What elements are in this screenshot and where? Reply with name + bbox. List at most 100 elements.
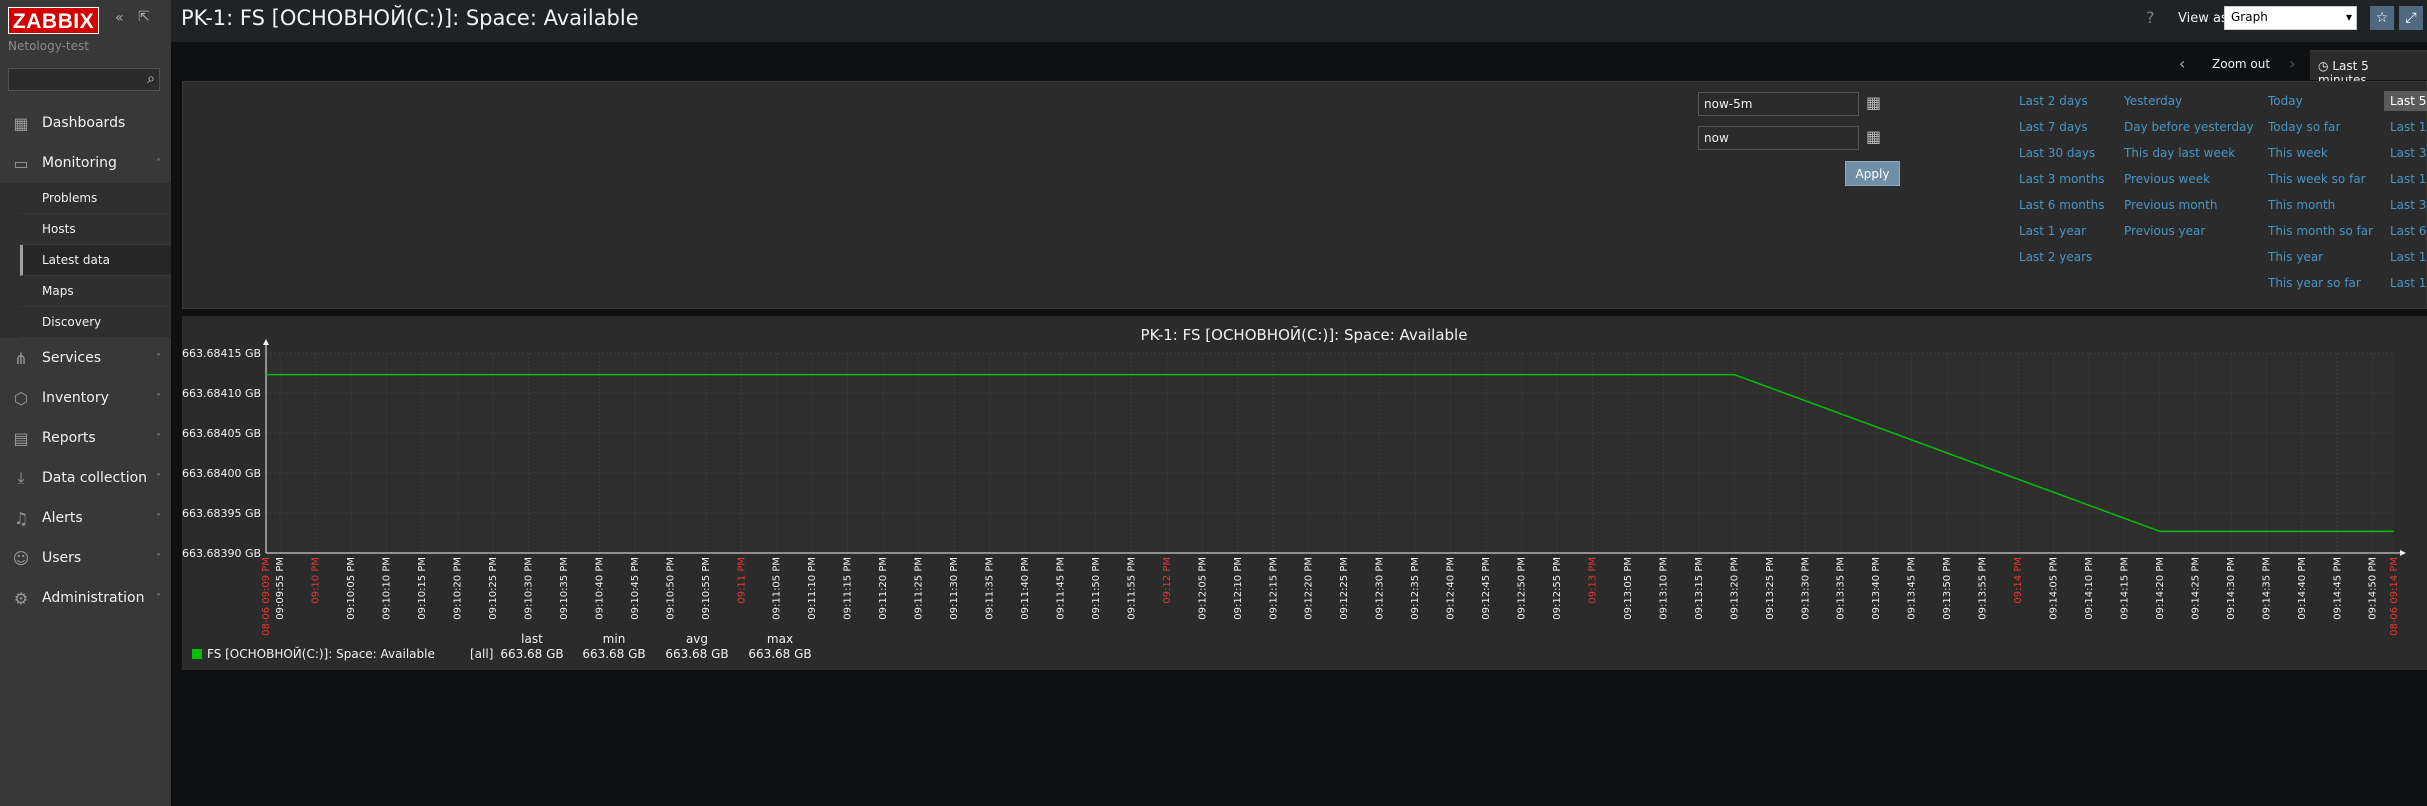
quick-range-link[interactable]: Last 2 years [2019,250,2092,264]
quick-range-link[interactable]: This year so far [2268,276,2361,290]
inventory-icon: ⬡ [14,388,28,408]
submenu-discovery[interactable]: Discovery [20,307,171,338]
x-tick-label: 09:14 PM [2013,557,2024,604]
quick-range-link[interactable]: Today [2268,94,2303,108]
quick-range-link[interactable]: Previous week [2124,172,2210,186]
quick-range-link[interactable]: Last 6 months [2019,198,2104,212]
x-tick-label: 09:10:10 PM [382,557,393,620]
time-filter-tab[interactable]: ◷ Last 5 minutes [2310,50,2427,87]
menu-reports[interactable]: ▤ Reports ˅ [0,418,171,458]
x-tick-label: 09:13:40 PM [1871,557,1882,620]
quick-range-link[interactable]: Last 1 year [2019,224,2086,238]
x-tick-label: 09:14:30 PM [2226,557,2237,620]
quick-range-link[interactable]: Last 3 hours [2390,198,2427,212]
quick-range-link[interactable]: This month [2268,198,2335,212]
menu-dashboards[interactable]: ▦ Dashboards [0,103,171,143]
x-tick-label: 09:11:45 PM [1055,557,1066,620]
menu-alerts[interactable]: ♫ Alerts ˅ [0,498,171,538]
x-tick-label: 09:12 PM [1162,557,1173,604]
submenu-latest-data[interactable]: Latest data [20,245,171,276]
x-tick-label: 09:13:25 PM [1765,557,1776,620]
main-content: PK-1: FS [ОСНОВНОЙ(C:)]: Space: Availabl… [171,0,2427,806]
quick-range-link[interactable]: Last 1 hour [2390,172,2427,186]
to-input[interactable]: now [1698,126,1859,150]
x-tick-label: 09:11:50 PM [1091,557,1102,620]
menu-users[interactable]: ☺ Users ˅ [0,538,171,578]
menu-services[interactable]: ⋔ Services ˅ [0,338,171,378]
submenu-maps[interactable]: Maps [20,276,171,307]
menu-administration[interactable]: ⚙ Administration ˅ [0,578,171,618]
reports-icon: ▤ [13,428,29,448]
quick-range-link[interactable]: Yesterday [2124,94,2182,108]
quick-range-link[interactable]: Previous year [2124,224,2205,238]
menu-data-collection[interactable]: ⤓ Data collection ˅ [0,458,171,498]
collapse-sidebar-icon[interactable]: « [115,10,124,26]
menu-label: Users [42,550,82,566]
x-tick-label: 09:12:20 PM [1304,557,1315,620]
users-icon: ☺ [12,548,30,568]
quick-range-link[interactable]: This week so far [2268,172,2366,186]
fullscreen-icon[interactable]: ⤢ [2399,6,2423,30]
menu-inventory[interactable]: ⬡ Inventory ˅ [0,378,171,418]
quick-range-link[interactable]: Last 30 days [2019,146,2095,160]
favorite-star-icon[interactable]: ☆ [2370,6,2394,30]
menu-label: Services [42,350,102,366]
quick-range-link[interactable]: Previous month [2124,198,2217,212]
quick-range-link[interactable]: Last 2 days [2019,94,2088,108]
legend-header: avg [686,632,708,646]
quick-range-link[interactable]: Last 15 minutes [2390,120,2427,134]
quick-range-link[interactable]: Last 30 minutes [2390,146,2427,160]
x-tick-label: 09:12:35 PM [1410,557,1421,620]
x-tick-label: 09:14:05 PM [2049,557,2060,620]
time-selector-bar: ‹ Zoom out › ◷ Last 5 minutes [181,50,2427,87]
calendar-icon[interactable]: ▦ [1866,127,1886,149]
x-tick-label: 09:12:05 PM [1197,557,1208,620]
services-icon: ⋔ [14,348,28,368]
chevron-right-icon[interactable]: › [2289,54,2295,73]
chevron-down-icon: ˅ [156,552,161,564]
time-filter-panel: From now-5m ▦ To now ▦ Apply Last 2 days… [182,81,2427,309]
server-name: Netology-test [8,39,89,53]
from-input[interactable]: now-5m [1698,92,1859,116]
kiosk-mode-icon[interactable]: ⇱ [138,9,150,25]
calendar-icon[interactable]: ▦ [1866,93,1886,115]
quick-range-link[interactable]: Today so far [2268,120,2340,134]
x-tick-label: 09:12:55 PM [1552,557,1563,620]
quick-range-link[interactable]: This month so far [2268,224,2373,238]
menu-monitoring[interactable]: ▭ Monitoring ˄ [0,143,171,183]
quick-range-link[interactable]: Day before yesterday [2124,120,2254,134]
quick-range-link[interactable]: Last 7 days [2019,120,2088,134]
help-icon[interactable]: ? [2146,8,2155,27]
y-tick-label: 663.68410 GB [182,387,261,400]
legend-value-max: 663.68 GB [748,647,811,661]
quick-range-link[interactable]: Last 5 minutes [2384,91,2427,111]
page-header: PK-1: FS [ОСНОВНОЙ(C:)]: Space: Availabl… [171,0,2427,42]
chevron-down-icon: ˅ [156,352,161,364]
zoom-out-button[interactable]: Zoom out [2212,57,2270,71]
apply-button[interactable]: Apply [1845,161,1900,186]
quick-range-link[interactable]: This day last week [2124,146,2235,160]
quick-range-link[interactable]: This year [2268,250,2323,264]
x-tick-label: 09:10:45 PM [630,557,641,620]
quick-range-link[interactable]: This week [2268,146,2328,160]
x-tick-label: 09:14:40 PM [2297,557,2308,620]
quick-range-link[interactable]: Last 1 day [2390,276,2427,290]
submenu-problems[interactable]: Problems [20,183,171,214]
chevron-left-icon[interactable]: ‹ [2179,54,2185,73]
quick-range-link[interactable]: Last 6 hours [2390,224,2427,238]
zabbix-logo[interactable]: ZABBIX [8,7,99,34]
search-icon[interactable]: ⌕ [147,71,155,87]
x-tick-label: 09:11:15 PM [843,557,854,620]
chevron-down-icon: ▾ [2345,10,2352,24]
x-tick-label: 09:11:40 PM [1020,557,1031,620]
menu-label: Dashboards [42,115,126,131]
view-as-select[interactable]: Graph ▾ [2224,6,2357,30]
x-tick-label: 09:14:20 PM [2155,557,2166,620]
x-tick-label: 09:13:20 PM [1729,557,1740,620]
chevron-down-icon: ˅ [156,432,161,444]
x-tick-label: 09:10:05 PM [346,557,357,620]
quick-range-link[interactable]: Last 3 months [2019,172,2104,186]
quick-range-link[interactable]: Last 12 hours [2390,250,2427,264]
search-input[interactable]: ⌕ [8,68,160,91]
submenu-hosts[interactable]: Hosts [20,214,171,245]
